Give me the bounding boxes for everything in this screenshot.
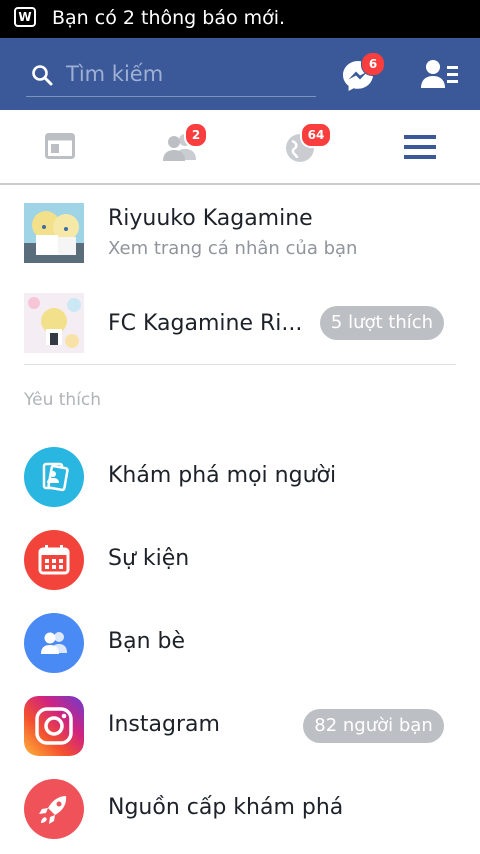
favorites-section-label: Yêu thích [24,390,102,410]
app-notification-icon: W [14,7,36,27]
avatar [24,203,84,263]
tab-bar: 2 64 [0,110,480,185]
rocket-icon [24,779,84,839]
page-name: FC Kagamine Ri... [108,311,303,336]
profile-row[interactable]: Riyuuko Kagamine Xem trang cá nhân của b… [0,185,480,281]
notifications-badge: 64 [300,122,332,148]
menu-label-discovery-feed: Nguồn cấp khám phá [108,795,344,820]
tab-notifications[interactable]: 64 [240,110,360,183]
divider [24,364,456,365]
top-bar: 6 [0,38,480,110]
status-bar: W Bạn có 2 thông báo mới. [0,0,480,38]
tab-menu[interactable] [360,110,480,183]
menu-item-instagram[interactable]: Instagram 82 người bạn [0,686,480,766]
search-box[interactable] [26,56,316,97]
page-row[interactable]: FC Kagamine Ri... 5 lượt thích [0,283,480,363]
instagram-icon [24,696,84,756]
tab-news-feed[interactable] [0,110,120,183]
search-input[interactable] [66,58,306,90]
tab-friend-requests[interactable]: 2 [120,110,240,183]
menu-item-discovery-feed[interactable]: Nguồn cấp khám phá [0,769,480,849]
friends-icon [24,613,84,673]
messenger-badge: 6 [361,52,385,76]
menu-item-friends[interactable]: Bạn bè [0,603,480,683]
page-thumbnail [24,293,84,353]
search-icon [32,65,53,86]
menu-label-friends: Bạn bè [108,629,186,654]
calendar-icon [24,530,84,590]
discover-people-icon [24,447,84,507]
menu-item-events[interactable]: Sự kiện [0,520,480,600]
status-notification-text: Bạn có 2 thông báo mới. [52,7,286,29]
menu-label-discover-people: Khám phá mọi người [108,463,337,488]
page-likes-pill: 5 lượt thích [320,306,444,340]
menu-label-events: Sự kiện [108,546,190,571]
profile-subtitle: Xem trang cá nhân của bạn [108,238,358,259]
menu-item-discover-people[interactable]: Khám phá mọi người [0,437,480,517]
hamburger-menu-icon [404,135,436,159]
news-feed-icon [45,133,75,159]
instagram-friends-pill: 82 người bạn [303,709,444,743]
profile-name: Riyuuko Kagamine [108,206,313,231]
friend-requests-badge: 2 [184,122,208,148]
menu-label-instagram: Instagram [108,712,220,737]
friend-requests-header-icon[interactable] [420,58,460,92]
